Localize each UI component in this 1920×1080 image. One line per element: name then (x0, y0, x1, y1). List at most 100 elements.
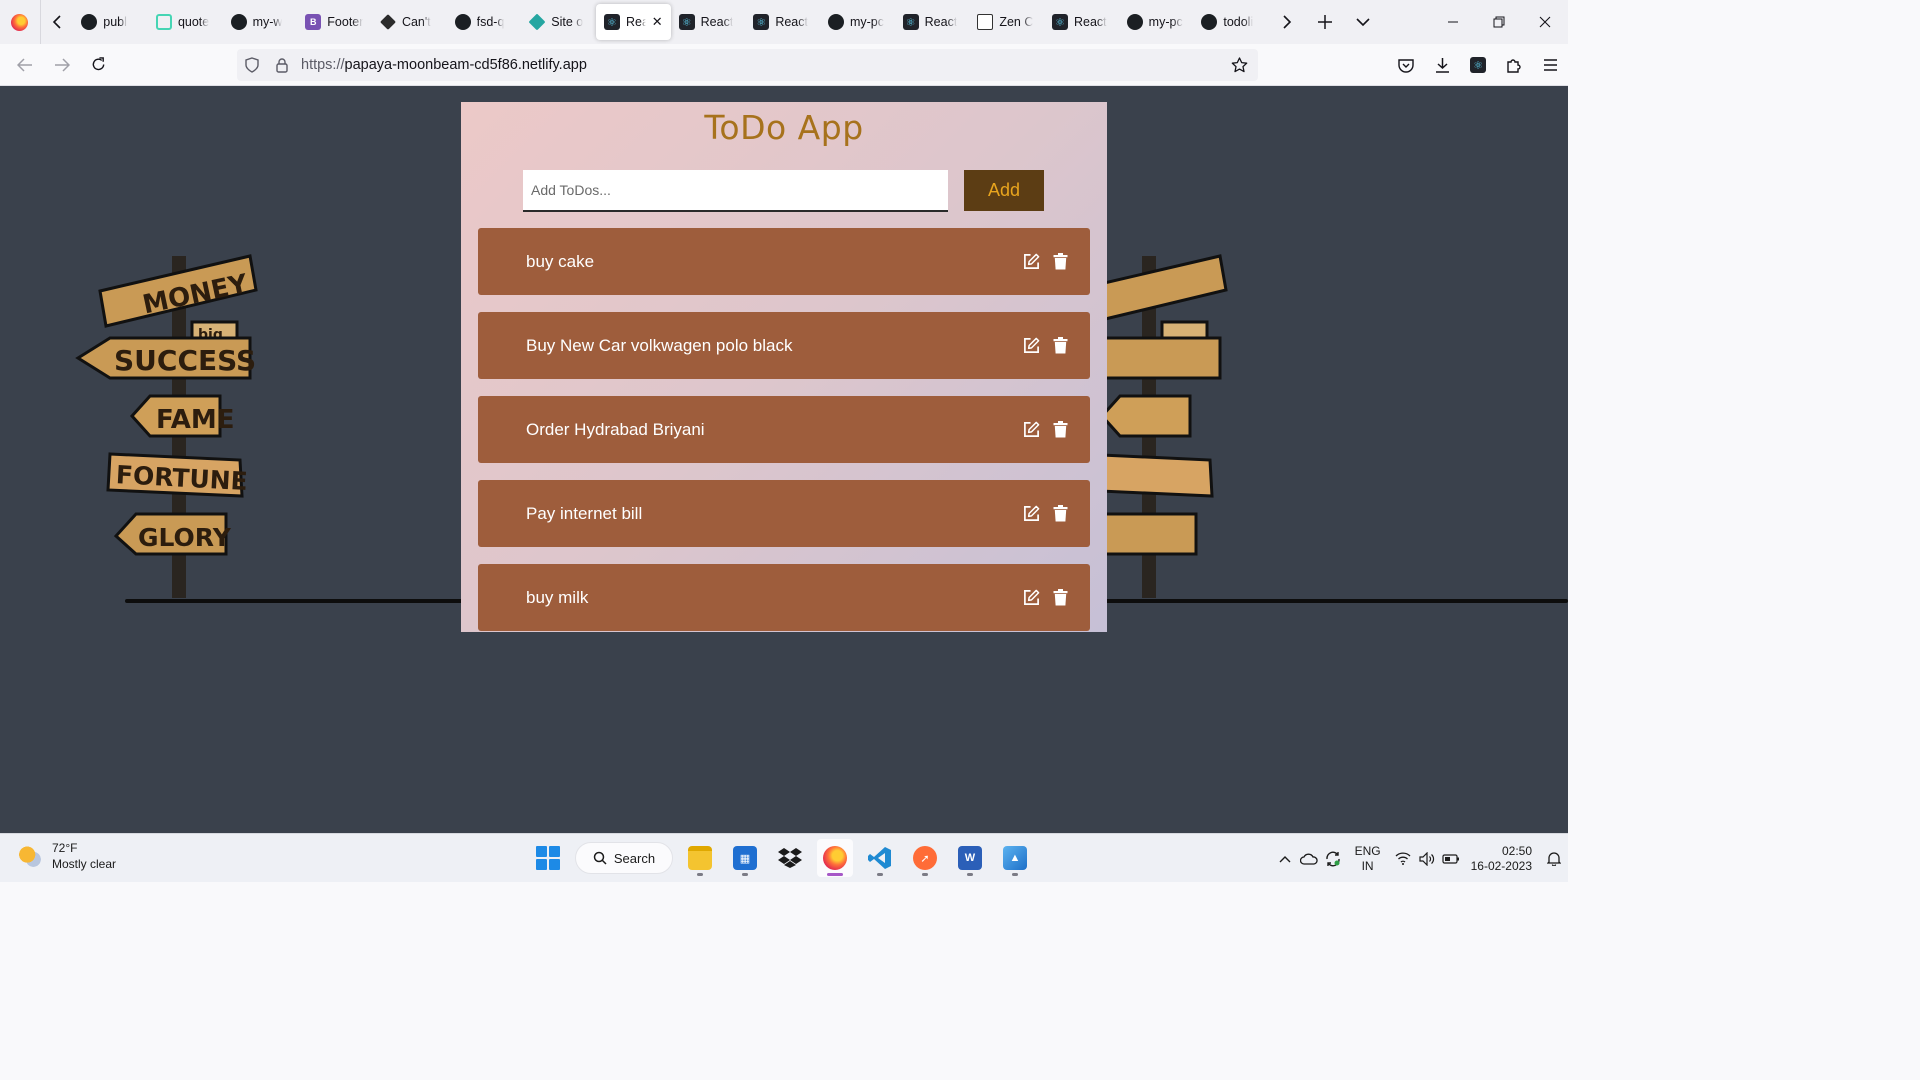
bell-icon (1547, 852, 1561, 866)
page-viewport: MONEY big SUCCESS FAME FORTUNE GLORY ToD… (0, 86, 1568, 833)
lock-icon[interactable] (267, 49, 297, 81)
show-hidden-icons-button[interactable] (1273, 834, 1297, 883)
taskbar-search[interactable]: Search (575, 842, 673, 874)
onedrive-tray-button[interactable] (1297, 834, 1321, 883)
add-todo-button[interactable]: Add (964, 170, 1044, 211)
delete-todo-icon[interactable] (1051, 421, 1069, 439)
tabs-scroll-right-button[interactable] (1268, 0, 1306, 44)
browser-tab-label: my-w (252, 15, 283, 29)
browser-tab[interactable]: quote (148, 4, 223, 40)
clock[interactable]: 02:50 16-02-2023 (1471, 844, 1532, 874)
delete-todo-icon[interactable] (1051, 589, 1069, 607)
downloads-button[interactable] (1424, 49, 1460, 81)
todo-item: buy milk (478, 564, 1090, 631)
firefox-view-button[interactable] (0, 0, 41, 44)
chevron-down-icon (1356, 18, 1370, 27)
notification-center-button[interactable] (1540, 834, 1568, 883)
dropbox-icon (778, 848, 802, 868)
react-devtools-button[interactable]: ⚛ (1460, 49, 1496, 81)
firefox-icon (11, 13, 29, 31)
todo-item: buy cake (478, 228, 1090, 295)
plus-icon (1318, 15, 1332, 29)
list-all-tabs-button[interactable] (1344, 0, 1382, 44)
browser-tab[interactable]: ⚛ React (1044, 4, 1119, 40)
network-button[interactable] (1391, 834, 1415, 883)
word-icon: W (958, 846, 982, 870)
clock-time: 02:50 (1501, 843, 1532, 858)
react-icon: ⚛ (753, 14, 770, 30)
delete-todo-icon[interactable] (1051, 337, 1069, 355)
browser-tab-label: publ (103, 15, 127, 29)
taskbar-dropbox[interactable] (772, 839, 808, 877)
weather-widget[interactable]: 72°F Mostly clear (16, 840, 116, 872)
browser-tab[interactable]: ⚛ React (745, 4, 820, 40)
store-icon: ▦ (733, 846, 757, 870)
todo-item: Pay internet bill (478, 480, 1090, 547)
app-menu-button[interactable] (1532, 49, 1568, 81)
taskbar-postman[interactable]: ➚ (907, 839, 943, 877)
folder-icon (688, 846, 712, 870)
address-bar[interactable]: https://papaya-moonbeam-cd5f86.netlify.a… (237, 49, 1258, 81)
browser-tab[interactable]: Can't (372, 4, 447, 40)
edit-todo-icon[interactable] (1022, 505, 1040, 523)
tabs-scroll-left-button[interactable] (41, 0, 74, 44)
zen-class-icon (977, 14, 994, 30)
delete-todo-icon[interactable] (1051, 253, 1069, 271)
back-button[interactable] (6, 49, 43, 81)
extensions-button[interactable] (1496, 49, 1532, 81)
add-todo-input[interactable] (523, 170, 948, 212)
taskbar-vscode[interactable] (862, 839, 898, 877)
browser-tab-label: Rea (625, 15, 646, 29)
tracking-protection-shield-icon[interactable] (237, 49, 267, 81)
tab-strip: publ quote my-w B Footer Can't fsd-q Site o ⚛ Rea… (0, 0, 1568, 44)
windows-icon (536, 846, 560, 870)
ground-line-right (1100, 599, 1568, 603)
edit-todo-icon[interactable] (1022, 253, 1040, 271)
taskbar-word[interactable]: W (952, 839, 988, 877)
bookmark-star-button[interactable] (1226, 49, 1252, 81)
language-region: IN (1361, 858, 1374, 873)
sync-tray-button[interactable] (1321, 834, 1345, 883)
browser-tab[interactable]: Site o (521, 4, 596, 40)
download-icon (1435, 58, 1449, 73)
browser-tab[interactable]: Zen C (969, 4, 1044, 40)
close-window-button[interactable] (1522, 0, 1568, 44)
restore-button[interactable] (1476, 0, 1522, 44)
taskbar-file-explorer[interactable] (682, 839, 718, 877)
url-text: https://papaya-moonbeam-cd5f86.netlify.a… (301, 57, 587, 73)
taskbar: 72°F Mostly clear Search ▦ ➚ W ▲ ENG IN … (0, 833, 1568, 882)
taskbar-microsoft-store[interactable]: ▦ (727, 839, 763, 877)
browser-tab[interactable]: my-pc (820, 4, 895, 40)
edit-todo-icon[interactable] (1022, 589, 1040, 607)
github-icon (1201, 14, 1218, 30)
browser-tab[interactable]: todoli (1193, 4, 1268, 40)
new-tab-button[interactable] (1306, 0, 1344, 44)
battery-button[interactable] (1439, 834, 1463, 883)
minimize-button[interactable] (1430, 0, 1476, 44)
browser-tab[interactable]: B Footer (297, 4, 372, 40)
vscode-icon (868, 847, 891, 869)
delete-todo-icon[interactable] (1051, 505, 1069, 523)
taskbar-firefox[interactable] (817, 839, 853, 877)
browser-tab[interactable]: my-w (223, 4, 298, 40)
language-indicator[interactable]: ENG IN (1355, 844, 1381, 874)
browser-tab-label: Can't (401, 15, 431, 29)
close-tab-icon[interactable]: ✕ (652, 14, 663, 30)
react-icon: ⚛ (1052, 14, 1068, 30)
volume-button[interactable] (1415, 834, 1439, 883)
reload-button[interactable] (80, 49, 117, 81)
forward-button[interactable] (43, 49, 80, 81)
browser-tab[interactable]: my-pc (1119, 4, 1194, 40)
browser-tab[interactable]: ⚛ React (895, 4, 970, 40)
browser-tab[interactable]: ⚛ React (671, 4, 746, 40)
edit-todo-icon[interactable] (1022, 421, 1040, 439)
browser-tab-label: my-pc (1148, 15, 1183, 29)
browser-tab[interactable]: fsd-q (447, 4, 522, 40)
browser-tab-label: React (924, 15, 958, 29)
pocket-button[interactable] (1388, 49, 1424, 81)
taskbar-photos[interactable]: ▲ (997, 839, 1033, 877)
browser-tab[interactable]: publ (73, 4, 148, 40)
browser-tab[interactable]: ⚛ Rea ✕ (595, 4, 671, 40)
start-button[interactable] (530, 839, 566, 877)
edit-todo-icon[interactable] (1022, 337, 1040, 355)
